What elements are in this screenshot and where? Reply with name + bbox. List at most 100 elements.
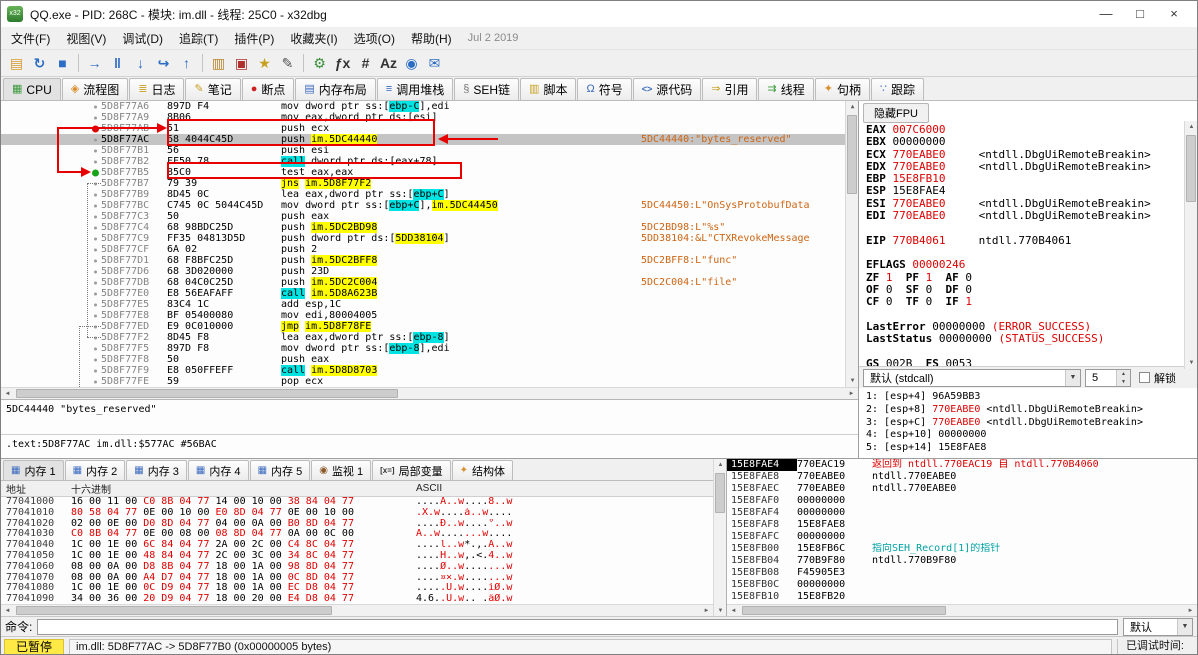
tab-symbols[interactable]: Ω 符号: [577, 78, 632, 100]
disasm-row[interactable]: 5D8F77AC 68 4044C45D push im.5DC44440 5DC44…: [1, 134, 858, 145]
register-line[interactable]: CF 0 TF 0 IF 1: [866, 296, 1197, 308]
tab-notes[interactable]: ✎ 笔记: [185, 78, 241, 100]
scroll-left-button[interactable]: ◄: [727, 605, 740, 616]
calling-convention-select[interactable]: 默认 (stdcall) ▼: [863, 368, 1081, 387]
registers-scrollbar[interactable]: ▲ ▼: [1184, 121, 1197, 369]
scroll-up-button[interactable]: ▲: [714, 459, 726, 471]
scroll-left-button[interactable]: ◄: [1, 605, 14, 616]
menu-item[interactable]: 插件(P): [226, 28, 282, 49]
scrollbar-thumb[interactable]: [847, 115, 857, 194]
call-argument-line[interactable]: 5: [esp+14] 15E8FAE8: [866, 442, 1197, 455]
menu-item[interactable]: 追踪(T): [171, 28, 226, 49]
disasm-row[interactable]: 5D8F77F8 50 push eax: [1, 354, 858, 365]
favourites-icon[interactable]: ★: [253, 52, 276, 74]
execute-till-return-icon[interactable]: ↑: [175, 52, 198, 74]
disasm-row[interactable]: 5D8F77CF 6A 02 push 2: [1, 244, 858, 255]
call-argument-line[interactable]: 4: [esp+10] 00000000: [866, 429, 1197, 442]
stack-row[interactable]: 15E8FAF0 00000000: [727, 495, 1197, 507]
minimize-button[interactable]: —: [1089, 2, 1123, 26]
fx-icon[interactable]: ƒx: [331, 52, 354, 74]
chat-icon[interactable]: ✉: [423, 52, 446, 74]
command-profile-select[interactable]: 默认 ▼: [1123, 617, 1193, 636]
disasm-row[interactable]: 5D8F77A6 897D F4 mov dword ptr ss:[ebp-C],…: [1, 101, 858, 112]
stack-row[interactable]: 15E8FAEC 770EABE0 ntdll.770EABE0: [727, 483, 1197, 495]
breakpoint-dot[interactable]: [92, 169, 99, 176]
disasm-row[interactable]: 5D8F77B7 79 39 jns im.5D8F77F2: [1, 178, 858, 189]
tab-handles[interactable]: ✦ 句柄: [814, 78, 870, 100]
scroll-up-button[interactable]: ▲: [1185, 121, 1197, 133]
tab-source[interactable]: <> 源代码: [632, 78, 702, 100]
stack-row[interactable]: 15E8FAF4 00000000: [727, 507, 1197, 519]
stack-row[interactable]: 15E8FAF8 15E8FAE8: [727, 519, 1197, 531]
settings-gear-icon[interactable]: ⚙: [308, 52, 331, 74]
stack-row[interactable]: 15E8FB04 770B9F80 ntdll.770B9F80: [727, 555, 1197, 567]
maximize-button[interactable]: □: [1123, 2, 1157, 26]
tab-watch-1[interactable]: ◉ 监视 1: [311, 460, 372, 480]
stack-row[interactable]: 15E8FAE4 770EAC19 返回到 ntdll.770EAC19 自 ntd…: [727, 459, 1197, 471]
scroll-right-button[interactable]: ►: [845, 388, 858, 399]
disassembly-vscrollbar[interactable]: ▲ ▼: [845, 101, 858, 387]
disassembly-hscrollbar[interactable]: ◄ ►: [1, 387, 858, 399]
unlock-checkbox[interactable]: 解锁: [1139, 370, 1176, 386]
az-icon[interactable]: Az: [377, 52, 400, 74]
run-icon[interactable]: →: [83, 52, 106, 74]
register-line[interactable]: EDI 770EABE0 <ntdll.DbgUiRemoteBreakin>: [866, 209, 1197, 222]
disasm-row[interactable]: 5D8F77B9 8D45 0C lea eax,dword ptr ss:[ebp…: [1, 189, 858, 200]
menu-item[interactable]: 收藏夹(I): [282, 28, 345, 49]
tab-dump-3[interactable]: ▦ 内存 3: [126, 460, 187, 480]
comment-icon[interactable]: ✎: [276, 52, 299, 74]
tab-dump-5[interactable]: ▦ 内存 5: [249, 460, 311, 480]
disasm-row[interactable]: 5D8F77C9 FF35 04813D5D push dword ptr ds:[…: [1, 233, 858, 244]
disasm-row[interactable]: 5D8F77B2 FF50 78 call dword ptr ds:[eax+78…: [1, 156, 858, 167]
tab-log[interactable]: ≣ 日志: [129, 78, 185, 100]
scrollbar-thumb[interactable]: [742, 606, 947, 615]
disasm-row[interactable]: 5D8F77B1 56 push esi: [1, 145, 858, 156]
scroll-down-button[interactable]: ▼: [1185, 357, 1197, 369]
restart-icon[interactable]: ↻: [28, 52, 51, 74]
disasm-row[interactable]: 5D8F77F9 E8 050FFEFF call im.5D8D8703: [1, 365, 858, 376]
call-argument-line[interactable]: 1: [esp+4] 96A59BB3: [866, 391, 1197, 404]
disasm-row[interactable]: 5D8F77ED E9 0C010000 jmp im.5D8F78FE: [1, 321, 858, 332]
scrollbar-thumb[interactable]: [715, 473, 725, 514]
register-line[interactable]: GS 002B FS 0053: [866, 357, 1197, 366]
call-argument-line[interactable]: 2: [esp+8] 770EABE0 <ntdll.DbgUiRemoteBr…: [866, 404, 1197, 417]
disasm-row[interactable]: 5D8F77E5 83C4 1C add esp,1C: [1, 299, 858, 310]
spinner-arrows-icon[interactable]: ▲ ▼: [1116, 369, 1130, 386]
tab-trace[interactable]: ∵ 跟踪: [870, 78, 924, 100]
disasm-row[interactable]: 5D8F77F2 8D45 F8 lea eax,dword ptr ss:[ebp…: [1, 332, 858, 343]
tab-cpu[interactable]: ▦ CPU: [3, 78, 61, 100]
tab-references[interactable]: ⇒ 引用: [702, 78, 758, 100]
disasm-row[interactable]: 5D8F77F5 897D F8 mov dword ptr ss:[ebp-8],…: [1, 343, 858, 354]
disasm-row[interactable]: 5D8F77A9 8B06 mov eax,dword ptr ds:[esi]: [1, 112, 858, 123]
disasm-row[interactable]: 5D8F77FE 59 pop ecx: [1, 376, 858, 387]
hide-fpu-button[interactable]: 隐藏FPU: [863, 103, 929, 123]
tab-locals[interactable]: [x=] 局部变量: [372, 460, 451, 480]
command-input[interactable]: [37, 618, 1118, 635]
tab-threads[interactable]: ⇉ 线程: [758, 78, 814, 100]
tab-struct[interactable]: ✦ 结构体: [451, 460, 513, 480]
info-icon[interactable]: ◉: [400, 52, 423, 74]
breakpoint-dot[interactable]: [92, 125, 99, 132]
stack-row[interactable]: 15E8FB0C 00000000: [727, 579, 1197, 591]
dump-hscrollbar[interactable]: ◄ ►: [1, 604, 713, 616]
scroll-right-button[interactable]: ►: [700, 605, 713, 616]
disasm-row[interactable]: 5D8F77C4 68 98BDC25D push im.5DC2BD98 5DC2B…: [1, 222, 858, 233]
tab-dump-4[interactable]: ▦ 内存 4: [187, 460, 249, 480]
stack-row[interactable]: 15E8FB10 15E8FB20: [727, 591, 1197, 603]
tab-dump-1[interactable]: ▦ 内存 1: [3, 460, 64, 480]
dump-row[interactable]: 77041090 34 00 36 00 20 D9 04 77 18 00 20…: [1, 593, 713, 604]
tab-call-stack[interactable]: ≡ 调用堆栈: [376, 78, 454, 100]
scroll-left-button[interactable]: ◄: [1, 388, 14, 399]
stack-row[interactable]: 15E8FAE8 770EABE0 ntdll.770EABE0: [727, 471, 1197, 483]
tab-script[interactable]: ▥ 脚本: [520, 78, 577, 100]
tab-graph[interactable]: ◈ 流程图: [61, 78, 129, 100]
stop-icon[interactable]: ■: [51, 52, 74, 74]
disasm-row[interactable]: 5D8F77B5 85C0 test eax,eax: [1, 167, 858, 178]
stack-row[interactable]: 15E8FB00 15E8FB6C 指向SEH_Record[1]的指针: [727, 543, 1197, 555]
disasm-row[interactable]: 5D8F77DB 68 04C0C25D push im.5DC2C004 5DC2C…: [1, 277, 858, 288]
scroll-down-button[interactable]: ▼: [846, 375, 858, 387]
scrollbar-thumb[interactable]: [16, 389, 399, 398]
tab-breakpoints[interactable]: ● 断点: [241, 78, 295, 100]
scroll-right-button[interactable]: ►: [1184, 605, 1197, 616]
disasm-row[interactable]: 5D8F77BC C745 0C 5044C45D mov dword ptr ss…: [1, 200, 858, 211]
